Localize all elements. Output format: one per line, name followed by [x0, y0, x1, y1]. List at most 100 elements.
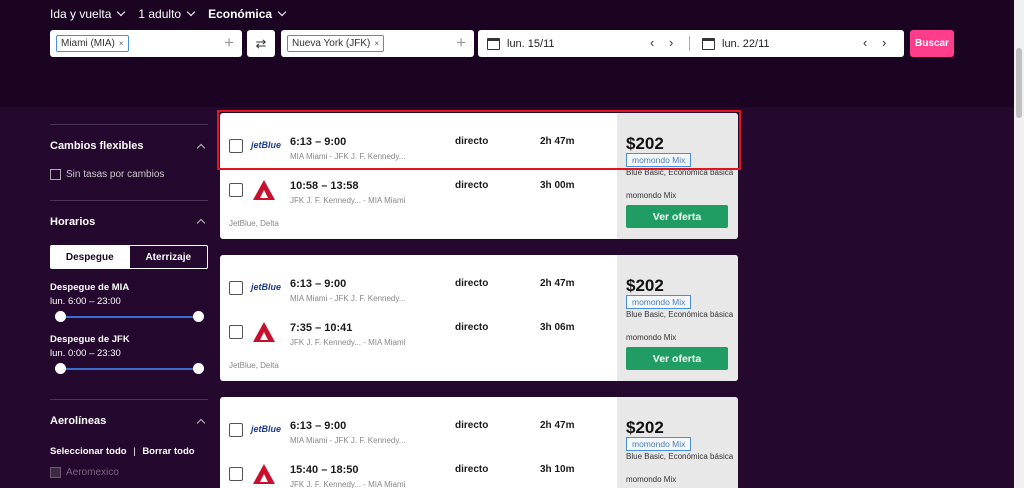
- outbound-leg: jetBlue 6:13 – 9:00 MIA Miami - JFK J. F…: [220, 273, 617, 303]
- airline-names: JetBlue, Delta: [229, 361, 279, 370]
- cabin-dropdown[interactable]: Económica: [208, 7, 287, 21]
- leg-stops: directo: [455, 420, 489, 431]
- divider: [50, 124, 208, 125]
- select-leg-checkbox[interactable]: [229, 281, 243, 295]
- swap-button[interactable]: ⇄: [247, 30, 275, 57]
- select-leg-checkbox[interactable]: [229, 139, 243, 153]
- leg-route: JFK J. F. Kennedy... - MIA Miami: [290, 338, 406, 347]
- leg-route: MIA Miami - JFK J. F. Kennedy...: [290, 436, 406, 445]
- jfk-depart-label: Despegue de JFK: [50, 334, 130, 345]
- result-card[interactable]: jetBlue 6:13 – 9:00 MIA Miami - JFK J. F…: [220, 113, 738, 239]
- checkbox-icon[interactable]: [50, 467, 61, 478]
- checkbox-icon[interactable]: [50, 169, 61, 180]
- leg-times: 7:35 – 10:41: [290, 322, 353, 334]
- leg-route: JFK J. F. Kennedy... - MIA Miami: [290, 196, 406, 205]
- select-leg-checkbox[interactable]: [229, 467, 243, 481]
- leg-route: MIA Miami - JFK J. F. Kennedy...: [290, 294, 406, 303]
- origin-value: Miami (MIA): [61, 38, 115, 49]
- delta-logo: [253, 180, 275, 200]
- date-picker: lun. 15/11 ‹ › lun. 22/11 ‹ ›: [478, 30, 904, 57]
- collapse-flex-icon[interactable]: [196, 143, 206, 153]
- leg-duration: 3h 00m: [540, 180, 575, 191]
- jfk-slider-max-handle[interactable]: [193, 363, 204, 374]
- passengers-dropdown[interactable]: 1 adulto: [138, 7, 196, 21]
- select-all-link[interactable]: Seleccionar todo: [50, 446, 127, 457]
- tab-depart[interactable]: Despegue: [51, 246, 129, 268]
- destination-field[interactable]: Nueva York (JFK) × +: [281, 30, 474, 57]
- tab-land[interactable]: Aterrizaje: [128, 246, 208, 268]
- leg-route: MIA Miami - JFK J. F. Kennedy...: [290, 152, 406, 161]
- mia-slider-min-handle[interactable]: [55, 311, 66, 322]
- add-origin-icon[interactable]: +: [224, 34, 234, 51]
- destination-value: Nueva York (JFK): [292, 38, 371, 49]
- provider-name: momondo Mix: [626, 191, 677, 200]
- airline-bulk-actions: Seleccionar todo | Borrar todo: [50, 446, 195, 457]
- outbound-leg: jetBlue 6:13 – 9:00 MIA Miami - JFK J. F…: [220, 415, 617, 445]
- remove-origin-icon[interactable]: ×: [119, 39, 124, 48]
- cabin-label: Económica: [208, 7, 273, 21]
- mia-depart-label: Despegue de MIA: [50, 282, 130, 293]
- chevron-down-icon: [186, 7, 196, 17]
- leg-times: 6:13 – 9:00: [290, 136, 347, 148]
- leg-stops: directo: [455, 464, 489, 475]
- airlines-title[interactable]: Aerolíneas: [50, 415, 106, 427]
- destination-chip: Nueva York (JFK) ×: [287, 35, 385, 52]
- mia-slider-max-handle[interactable]: [193, 311, 204, 322]
- trip-type-dropdown[interactable]: Ida y vuelta: [50, 7, 126, 21]
- divider: [50, 200, 208, 201]
- flex-changes-title[interactable]: Cambios flexibles: [50, 140, 144, 152]
- divider: [50, 399, 208, 400]
- chevron-down-icon: [277, 7, 287, 17]
- select-leg-checkbox[interactable]: [229, 325, 243, 339]
- no-change-fee-label: Sin tasas por cambios: [66, 169, 165, 181]
- depart-date-field[interactable]: lun. 15/11: [487, 30, 555, 57]
- leg-stops: directo: [455, 136, 489, 147]
- clear-all-link[interactable]: Borrar todo: [142, 446, 194, 457]
- depart-next-day-icon[interactable]: ›: [669, 35, 673, 50]
- mia-depart-slider[interactable]: [60, 316, 198, 318]
- leg-duration: 3h 06m: [540, 322, 575, 333]
- collapse-airlines-icon[interactable]: [196, 418, 206, 428]
- depart-date-value: lun. 15/11: [507, 37, 555, 50]
- search-button[interactable]: Buscar: [910, 30, 954, 57]
- provider-name: momondo Mix: [626, 475, 677, 484]
- price: $202: [626, 276, 664, 295]
- price: $202: [626, 418, 664, 437]
- mia-depart-range: lun. 6:00 – 23:00: [50, 296, 121, 307]
- outbound-leg: jetBlue 6:13 – 9:00 MIA Miami - JFK J. F…: [220, 131, 617, 161]
- select-leg-checkbox[interactable]: [229, 423, 243, 437]
- jfk-depart-range: lun. 0:00 – 23:30: [50, 348, 121, 359]
- jetblue-logo: jetBlue: [251, 424, 282, 434]
- collapse-times-icon[interactable]: [196, 218, 206, 228]
- result-card[interactable]: jetBlue 6:13 – 9:00 MIA Miami - JFK J. F…: [220, 255, 738, 381]
- no-change-fee-option[interactable]: Sin tasas por cambios: [50, 169, 164, 180]
- return-prev-day-icon[interactable]: ‹: [863, 35, 867, 50]
- swap-icon: ⇄: [255, 35, 267, 51]
- airline-option-aeromexico[interactable]: Aeromexico: [50, 467, 119, 478]
- times-title[interactable]: Horarios: [50, 216, 95, 228]
- return-next-day-icon[interactable]: ›: [882, 35, 886, 50]
- result-card[interactable]: jetBlue 6:13 – 9:00 MIA Miami - JFK J. F…: [220, 397, 738, 488]
- return-leg: 10:58 – 13:58 JFK J. F. Kennedy... - MIA…: [220, 175, 617, 205]
- passengers-label: 1 adulto: [138, 7, 182, 21]
- leg-route: JFK J. F. Kennedy... - MIA Miami: [290, 480, 406, 488]
- view-deal-button[interactable]: Ver oferta: [626, 205, 728, 228]
- origin-field[interactable]: Miami (MIA) × +: [50, 30, 242, 57]
- jfk-depart-slider[interactable]: [60, 368, 198, 370]
- select-leg-checkbox[interactable]: [229, 183, 243, 197]
- depart-prev-day-icon[interactable]: ‹: [650, 35, 654, 50]
- remove-destination-icon[interactable]: ×: [374, 39, 379, 48]
- leg-stops: directo: [455, 322, 489, 333]
- jfk-slider-min-handle[interactable]: [55, 363, 66, 374]
- return-leg: 7:35 – 10:41 JFK J. F. Kennedy... - MIA …: [220, 317, 617, 347]
- add-destination-icon[interactable]: +: [456, 34, 466, 51]
- provider-badge: momondo Mix: [626, 295, 692, 309]
- view-deal-button[interactable]: Ver oferta: [626, 347, 728, 370]
- return-date-field[interactable]: lun. 22/11: [702, 30, 770, 57]
- delta-logo: [253, 322, 275, 342]
- trip-options: Ida y vuelta 1 adulto Económica: [50, 7, 287, 21]
- scrollbar-thumb[interactable]: [1016, 48, 1022, 118]
- leg-times: 6:13 – 9:00: [290, 278, 347, 290]
- leg-times: 10:58 – 13:58: [290, 180, 359, 192]
- provider-badge: momondo Mix: [626, 437, 692, 451]
